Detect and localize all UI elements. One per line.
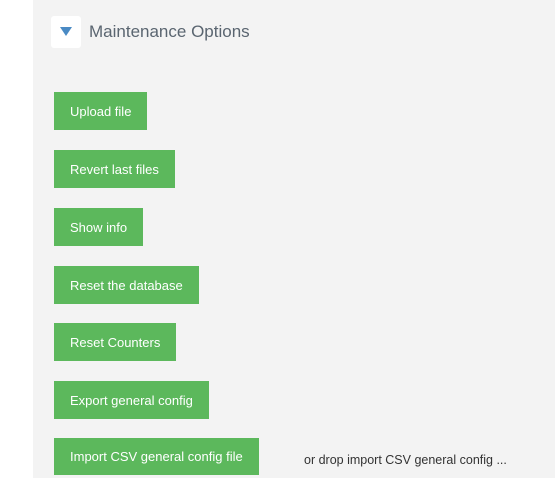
show-info-button[interactable]: Show info [54,208,144,246]
revert-last-files-button[interactable]: Revert last files [54,150,175,188]
maintenance-options-panel: Maintenance Options Upload file Revert l… [33,0,555,478]
panel-header[interactable]: Maintenance Options [51,14,250,50]
triangle-down-icon [60,27,72,36]
reset-counters-button[interactable]: Reset Counters [54,323,177,361]
upload-file-button[interactable]: Upload file [54,92,148,130]
collapse-toggle[interactable] [51,16,81,48]
drop-zone-hint[interactable]: or drop import CSV general config ... [304,448,507,472]
reset-database-button[interactable]: Reset the database [54,266,199,304]
import-csv-general-config-button[interactable]: Import CSV general config file [54,438,259,475]
export-general-config-button[interactable]: Export general config [54,381,209,419]
panel-title: Maintenance Options [89,22,250,41]
